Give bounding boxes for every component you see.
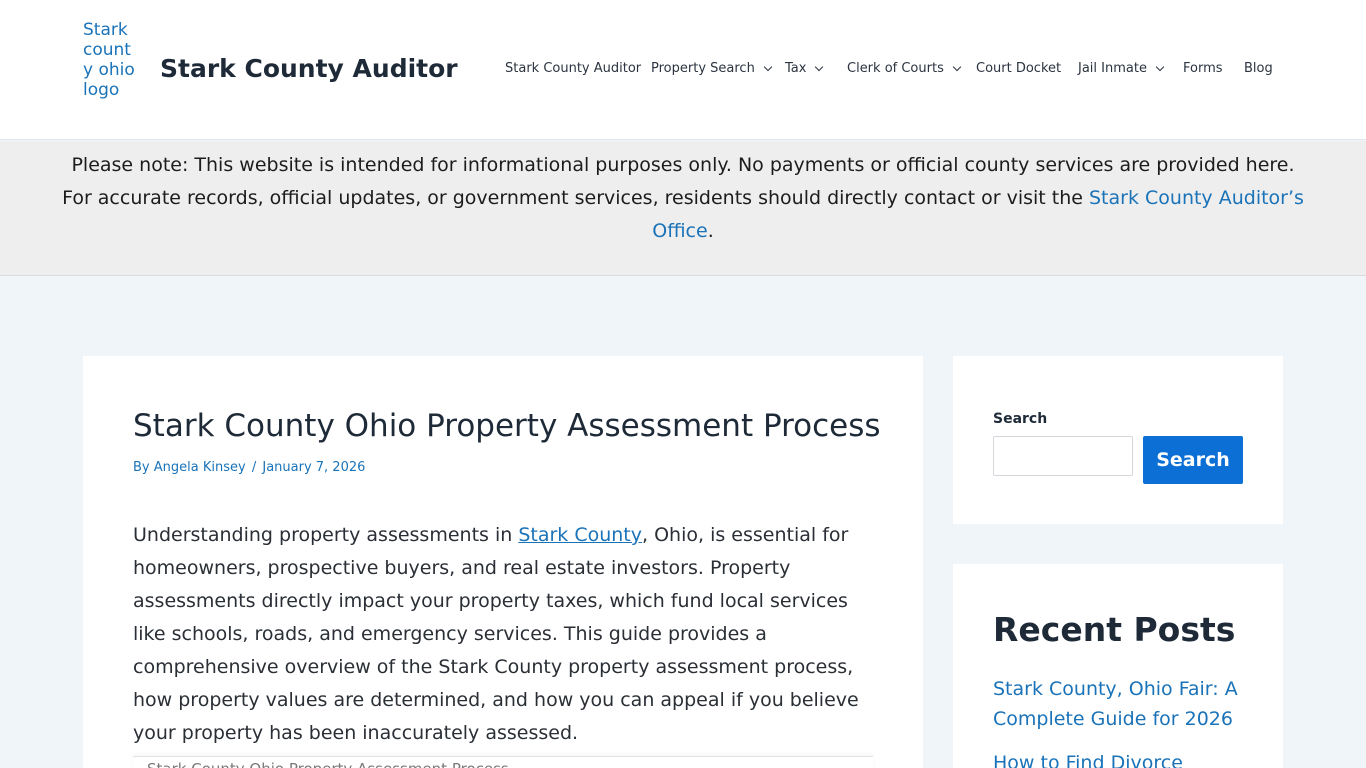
nav-item-label: Clerk of Courts <box>847 61 944 76</box>
search-input[interactable] <box>993 436 1133 476</box>
disclaimer-line-3: Office. <box>0 215 1366 248</box>
post-title: Stark County Ohio Property Assessment Pr… <box>133 408 881 444</box>
nav-item-stark-county-auditor[interactable]: Stark County Auditor <box>505 61 641 76</box>
recent-posts-list: Stark County, Ohio Fair: A Complete Guid… <box>993 674 1263 768</box>
disclaimer-banner: Please note: This website is intended fo… <box>0 141 1366 276</box>
recent-post-link[interactable]: Stark County, Ohio Fair: A Complete Guid… <box>993 674 1263 734</box>
disclaimer-line-2: For accurate records, official updates, … <box>0 182 1366 215</box>
search-button[interactable]: Search <box>1143 436 1243 484</box>
recent-posts-title: Recent Posts <box>993 610 1236 649</box>
nav-item-jail-inmate[interactable]: Jail Inmate <box>1078 61 1165 76</box>
meta-separator: / <box>251 460 257 475</box>
intro-paragraph: Understanding property assessments in St… <box>133 519 878 750</box>
post-meta: By Angela Kinsey / January 7, 2026 <box>133 460 365 475</box>
recent-posts-widget: Recent Posts Stark County, Ohio Fair: A … <box>953 564 1283 768</box>
article-card: Stark County Ohio Property Assessment Pr… <box>83 356 923 768</box>
disclaimer-line-1: Please note: This website is intended fo… <box>71 154 1295 176</box>
nav-item-label: Tax <box>785 61 807 76</box>
chevron-down-icon <box>815 62 824 72</box>
intro-text-start: Understanding property assessments in <box>133 524 519 546</box>
site-header: Stark county ohio logo Stark County Audi… <box>0 0 1366 140</box>
chevron-down-icon <box>952 62 962 72</box>
nav-item-label: Court Docket <box>976 61 1062 76</box>
post-date: January 7, 2026 <box>262 460 366 475</box>
intro-text-rest: , Ohio, is essential for homeowners, pro… <box>133 524 859 744</box>
nav-item-label: Forms <box>1183 61 1223 76</box>
stark-county-link[interactable]: Stark County <box>518 524 642 546</box>
disclaimer-text: For accurate records, official updates, … <box>62 187 1089 209</box>
nav-item-forms[interactable]: Forms <box>1183 61 1223 76</box>
nav-item-property-search[interactable]: Property Search <box>651 61 773 76</box>
nav-item-label: Blog <box>1244 61 1273 76</box>
post-body: Understanding property assessments in St… <box>133 519 878 750</box>
auditor-office-link[interactable]: Stark County Auditor’s <box>1089 187 1304 209</box>
chevron-down-icon <box>763 62 773 72</box>
nav-item-court-docket[interactable]: Court Docket <box>976 61 1061 76</box>
nav-item-clerk-of-courts[interactable]: Clerk of Courts <box>847 61 962 76</box>
nav-item-label: Stark County Auditor <box>505 61 642 76</box>
nav-item-blog[interactable]: Blog <box>1244 61 1273 76</box>
site-title[interactable]: Stark County Auditor <box>160 54 458 83</box>
recent-post-link[interactable]: How to Find Divorce <box>993 748 1263 768</box>
nav-item-label: Jail Inmate <box>1078 61 1147 76</box>
search-widget: Search Search <box>953 356 1283 524</box>
meta-prefix: By <box>133 460 154 475</box>
auditor-office-link-continued[interactable]: Office <box>652 220 707 242</box>
featured-image: Stark County Ohio Property Assessment Pr… <box>133 756 873 768</box>
nav-item-label: Property Search <box>651 61 755 76</box>
chevron-down-icon <box>1155 62 1165 72</box>
search-label: Search <box>993 411 1048 427</box>
site-logo[interactable]: Stark county ohio logo <box>83 20 139 118</box>
nav-item-tax[interactable]: Tax <box>785 61 824 76</box>
author-link[interactable]: Angela Kinsey <box>154 460 246 475</box>
disclaimer-period: . <box>707 220 714 242</box>
